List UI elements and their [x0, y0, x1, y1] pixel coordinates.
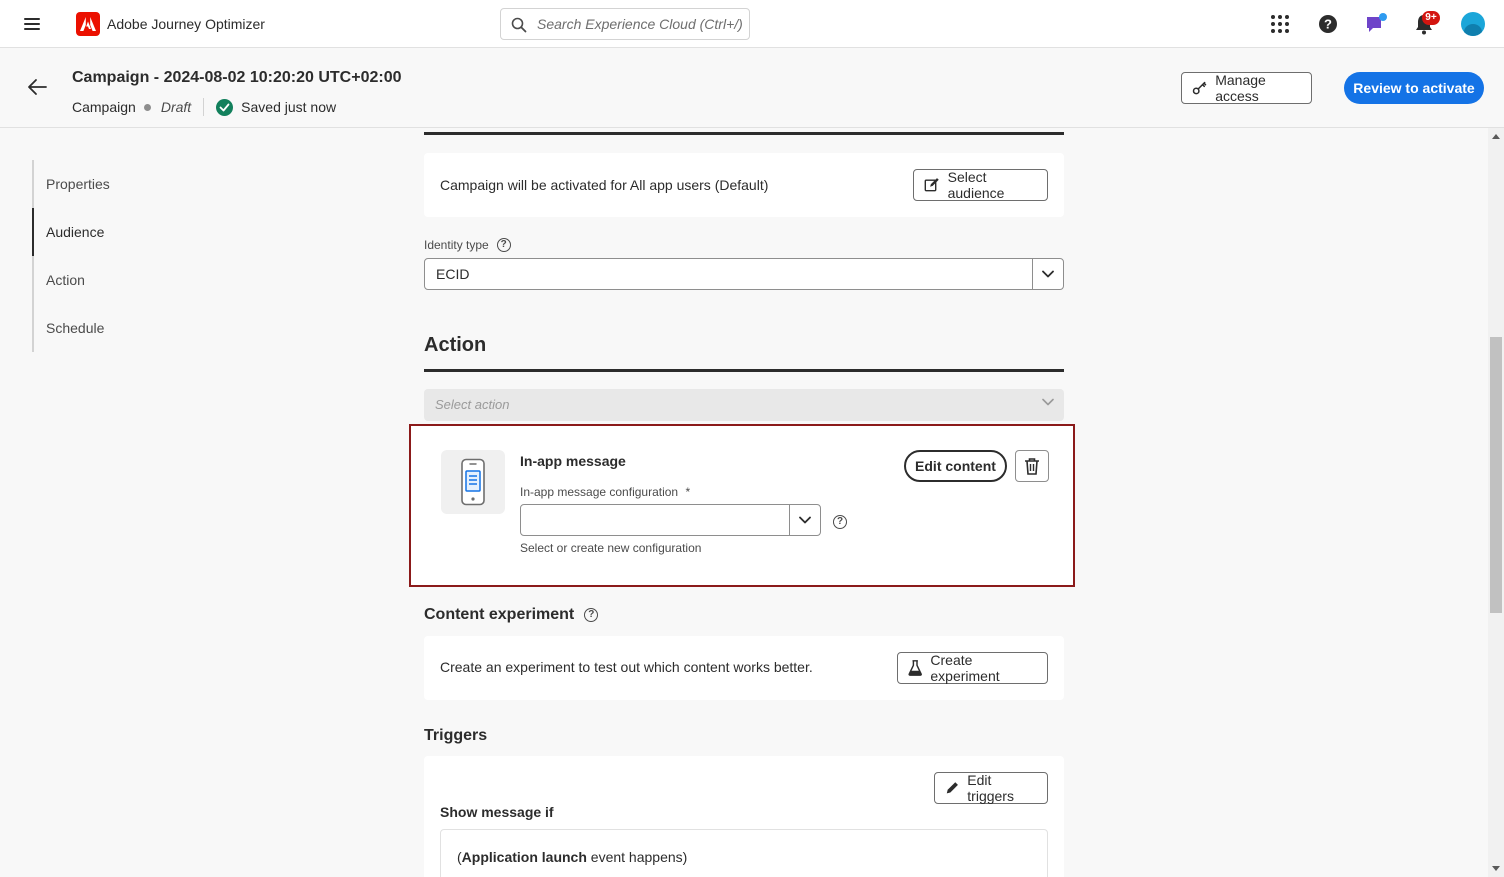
scroll-up-icon[interactable] [1492, 134, 1500, 139]
help-icon[interactable]: ? [833, 515, 847, 529]
checkmark-icon [216, 98, 234, 116]
create-experiment-label: Create experiment [930, 652, 1000, 684]
edit-content-button[interactable]: Edit content [904, 450, 1007, 482]
section-nav: Properties Audience Action Schedule [32, 160, 182, 352]
triggers-card: Edit triggers Show message if (Applicati… [424, 756, 1064, 877]
page-scrollbar[interactable] [1488, 128, 1504, 877]
select-audience-label: Select audience [947, 169, 1005, 201]
svg-text:?: ? [1324, 17, 1332, 32]
avatar[interactable] [1461, 12, 1485, 36]
edit-triggers-label: Edit triggers [967, 772, 1014, 804]
identity-type-value: ECID [436, 266, 470, 282]
manage-access-label: Manage access [1215, 72, 1266, 104]
required-mark: * [685, 485, 691, 499]
show-message-if-label: Show message if [440, 804, 554, 820]
config-label-text: In-app message configuration [520, 485, 679, 499]
identity-type-picker[interactable]: ECID [424, 258, 1064, 290]
campaign-meta: Campaign Draft Saved just now [72, 98, 336, 116]
chevron-down-icon[interactable] [789, 505, 820, 535]
review-to-activate-button[interactable]: Review to activate [1344, 72, 1484, 104]
top-bar: Adobe Journey Optimizer ? 9+ [0, 0, 1504, 48]
help-icon[interactable]: ? [1316, 12, 1340, 36]
mobile-phone-icon [441, 450, 505, 514]
experiment-description: Create an experiment to test out which c… [440, 659, 813, 675]
delete-button[interactable] [1015, 450, 1049, 482]
trigger-condition-text: (Application launch event happens) [457, 849, 687, 865]
pencil-icon [946, 782, 958, 794]
beaker-icon [908, 660, 922, 676]
help-icon[interactable]: ? [496, 238, 511, 252]
search-icon [511, 17, 527, 33]
adobe-logo[interactable] [76, 12, 100, 36]
back-arrow-icon[interactable] [26, 77, 48, 100]
in-app-message-card: In-app message In-app message configurat… [409, 424, 1075, 587]
notification-badge: 9+ [1422, 11, 1440, 25]
feedback-icon[interactable] [1364, 12, 1388, 36]
in-app-message-title: In-app message [520, 453, 626, 469]
app-name[interactable]: Adobe Journey Optimizer [107, 16, 265, 32]
divider [203, 98, 205, 116]
identity-type-label-text: Identity type [424, 238, 489, 252]
status-dot-icon [143, 103, 151, 111]
scroll-down-icon[interactable] [1492, 866, 1500, 871]
event-suffix: event happens) [586, 849, 688, 865]
campaign-type: Campaign [72, 99, 136, 115]
search-input[interactable] [537, 14, 742, 34]
config-help-text: Select or create new configuration [520, 541, 702, 555]
action-section-title: Action [424, 334, 487, 356]
edit-triggers-button[interactable]: Edit triggers [934, 772, 1048, 804]
select-action-picker: Select action [424, 389, 1064, 421]
edit-icon [924, 178, 939, 192]
config-field-label: In-app message configuration * [520, 485, 690, 499]
trigger-condition[interactable]: (Application launch event happens) [440, 829, 1048, 877]
nav-item-action[interactable]: Action [34, 256, 182, 304]
nav-item-properties[interactable]: Properties [34, 160, 182, 208]
scrollbar-thumb[interactable] [1490, 337, 1502, 613]
event-name: Application launch [461, 849, 587, 865]
identity-type-label: Identity type ? [424, 238, 511, 252]
content-experiment-title-text: Content experiment [424, 606, 575, 623]
trash-icon [1025, 458, 1039, 475]
apps-grid-icon[interactable] [1268, 12, 1292, 36]
nav-item-audience[interactable]: Audience [32, 208, 182, 256]
select-audience-button[interactable]: Select audience [913, 169, 1048, 201]
nav-item-schedule[interactable]: Schedule [34, 304, 182, 352]
chevron-down-icon [1042, 398, 1054, 406]
status-badge: Draft [160, 99, 192, 115]
page-title: Campaign - 2024-08-02 10:20:20 UTC+02:00 [72, 69, 402, 86]
help-icon[interactable]: ? [584, 608, 599, 622]
content-experiment-card: Create an experiment to test out which c… [424, 636, 1064, 700]
audience-card: Campaign will be activated for All app u… [424, 153, 1064, 217]
content-experiment-title: Content experiment ? [424, 606, 599, 624]
chevron-down-icon[interactable] [1032, 259, 1063, 289]
create-experiment-button[interactable]: Create experiment [897, 652, 1048, 684]
triggers-title: Triggers [424, 727, 488, 744]
section-divider [424, 132, 1064, 135]
manage-access-button[interactable]: Manage access [1181, 72, 1312, 104]
search-box[interactable] [500, 8, 750, 40]
select-action-placeholder: Select action [435, 397, 510, 412]
key-icon [1192, 81, 1207, 95]
config-picker[interactable] [520, 504, 821, 536]
audience-description: Campaign will be activated for All app u… [440, 177, 769, 193]
campaign-header: Campaign - 2024-08-02 10:20:20 UTC+02:00… [0, 49, 1504, 128]
menu-icon[interactable] [22, 15, 42, 33]
section-divider [424, 369, 1064, 372]
save-status: Saved just now [241, 99, 337, 115]
